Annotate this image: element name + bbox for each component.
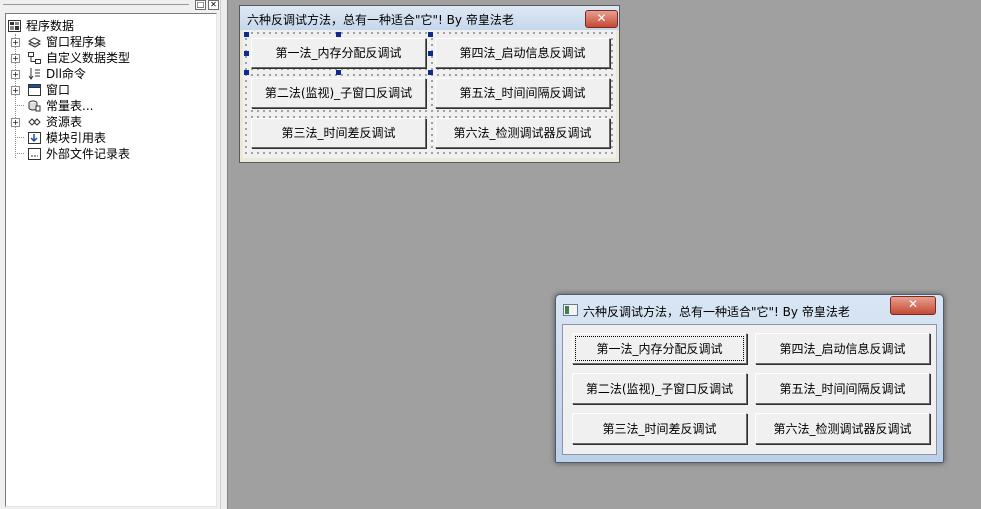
design-method4-button[interactable]: 第四法_启动信息反调试 [435,38,610,68]
tree-item-label: Dll命令 [46,67,86,81]
panel-close-icon[interactable]: ✕ [208,0,219,10]
tree-connector-line [15,137,24,138]
selection-handle[interactable] [244,70,249,75]
expand-icon[interactable]: + [11,70,20,79]
tree-item-label: 自定义数据类型 [46,51,131,65]
runtime-window-client: 第一法_内存分配反调试 第四法_启动信息反调试 第二法(监视)_子窗口反调试 第… [562,324,937,455]
resource-icon [28,118,41,126]
dll-command-icon [28,68,40,80]
selection-handle[interactable] [244,32,249,37]
design-form-titlebar[interactable]: 六种反调试方法，总有一种适合"它"! By 帝皇法老 ✕ [240,6,619,30]
tree-item-label: 常量表... [46,99,94,113]
method1-button[interactable]: 第一法_内存分配反调试 [572,333,747,364]
panel-grip[interactable] [3,4,189,5]
constant-table-icon [28,100,41,112]
runtime-window-close-icon[interactable]: ✕ [890,296,936,315]
method3-button[interactable]: 第三法_时间差反调试 [572,413,747,444]
selection-handle[interactable] [336,32,341,37]
design-form-title: 六种反调试方法，总有一种适合"它"! By 帝皇法老 [247,13,514,27]
selection-handle[interactable] [428,70,433,75]
design-form-canvas[interactable]: 第一法_内存分配反调试 第四法_启动信息反调试 第二法(监视)_子窗口反调试 第… [243,30,616,158]
design-form-close-icon[interactable]: ✕ [585,10,618,28]
module-ref-icon [28,132,41,144]
selection-handle[interactable] [244,51,249,56]
expand-icon[interactable]: + [11,118,20,127]
tree-connector-line [15,153,24,154]
tree-item-label: 窗口 [46,83,71,97]
method4-button[interactable]: 第四法_启动信息反调试 [755,333,930,364]
tree-root-label: 程序数据 [26,19,75,33]
expand-icon[interactable]: + [11,54,20,63]
method2-button[interactable]: 第二法(监视)_子窗口反调试 [572,373,747,404]
panel-restore-icon[interactable]: □ [195,0,206,10]
method6-button[interactable]: 第六法_检测调试器反调试 [755,413,930,444]
panel-splitter[interactable] [220,0,228,509]
datatype-icon [28,52,41,64]
design-method6-button[interactable]: 第六法_检测调试器反调试 [435,118,610,148]
file-record-icon [28,148,41,160]
method5-button[interactable]: 第五法_时间间隔反调试 [755,373,930,404]
tree-item-label: 窗口程序集 [46,35,107,49]
design-method3-button[interactable]: 第三法_时间差反调试 [251,118,426,148]
selection-handle[interactable] [336,70,341,75]
tree-connector-line [15,34,16,158]
runtime-window-title: 六种反调试方法，总有一种适合"它"! By 帝皇法老 [583,305,850,319]
program-data-icon [8,20,21,32]
program-tree[interactable]: 程序数据 + 窗口程序集 + 自定义数据类型 + Dll命令 + 窗口 常量表.… [5,13,217,507]
panel-header: □ ✕ [0,0,220,10]
tree-item-label: 模块引用表 [46,131,107,145]
selection-handle[interactable] [428,51,433,56]
design-method5-button[interactable]: 第五法_时间间隔反调试 [435,78,610,108]
design-method2-button[interactable]: 第二法(监视)_子窗口反调试 [251,78,426,108]
tree-item-label: 外部文件记录表 [46,147,131,161]
tree-item-label: 资源表 [46,115,83,129]
program-data-panel: □ ✕ 程序数据 + 窗口程序集 + 自定义数据类型 + Dll命令 + 窗口 … [0,0,220,509]
design-form[interactable]: 六种反调试方法，总有一种适合"它"! By 帝皇法老 ✕ 第一法_内存分配反调试… [239,5,620,163]
expand-icon[interactable]: + [11,38,20,47]
expand-icon[interactable]: + [11,86,20,95]
window-icon [28,84,41,96]
runtime-window[interactable]: 六种反调试方法，总有一种适合"它"! By 帝皇法老 ✕ 第一法_内存分配反调试… [555,294,944,463]
design-method1-button[interactable]: 第一法_内存分配反调试 [251,38,426,68]
app-window-icon [563,304,578,316]
assembly-icon [28,37,41,48]
selection-handle[interactable] [428,32,433,37]
tree-connector-line [15,105,24,106]
